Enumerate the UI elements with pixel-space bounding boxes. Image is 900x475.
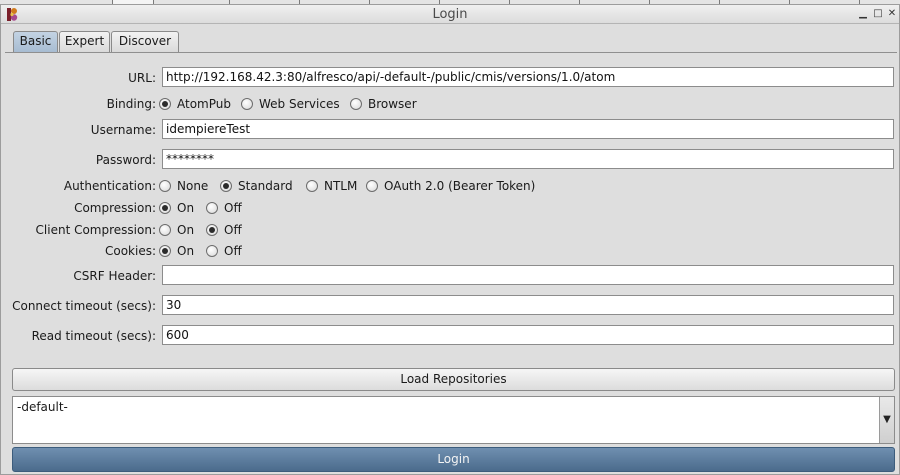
read-timeout-label: Read timeout (secs): — [31, 329, 156, 343]
radio-icon — [350, 98, 362, 110]
tab-expert[interactable]: Expert — [59, 31, 110, 52]
tab-discover[interactable]: Discover — [111, 31, 179, 52]
minimize-icon[interactable]: ▁ — [856, 6, 870, 22]
username-label: Username: — [90, 123, 156, 137]
binding-webservices-radio[interactable]: Web Services — [241, 97, 340, 111]
radio-selected-icon — [159, 98, 171, 110]
password-label: Password: — [95, 153, 156, 167]
binding-label: Binding: — [106, 97, 156, 111]
password-field[interactable]: ******** — [162, 149, 894, 169]
username-field[interactable]: idempiereTest — [162, 119, 894, 139]
radio-selected-icon — [206, 224, 218, 236]
radio-icon — [206, 202, 218, 214]
cookies-off-radio[interactable]: Off — [206, 244, 242, 258]
title-bar[interactable]: Login ▁ □ ✕ — [1, 5, 899, 24]
basic-panel: URL: http://192.168.42.3:80/alfresco/api… — [5, 52, 897, 472]
url-label: URL: — [128, 71, 156, 85]
radio-icon — [159, 180, 171, 192]
load-repositories-button[interactable]: Load Repositories — [12, 368, 895, 391]
close-icon[interactable]: ✕ — [885, 6, 899, 22]
tab-basic[interactable]: Basic — [13, 31, 58, 52]
auth-none-radio[interactable]: None — [159, 179, 208, 193]
login-button[interactable]: Login — [12, 447, 895, 472]
url-field[interactable]: http://192.168.42.3:80/alfresco/api/-def… — [162, 67, 894, 87]
csrf-header-label: CSRF Header: — [73, 269, 156, 283]
radio-selected-icon — [159, 202, 171, 214]
compression-on-radio[interactable]: On — [159, 201, 194, 215]
auth-oauth-radio[interactable]: OAuth 2.0 (Bearer Token) — [366, 179, 535, 193]
radio-icon — [366, 180, 378, 192]
csrf-header-field[interactable] — [162, 265, 894, 285]
radio-icon — [206, 245, 218, 257]
compression-off-radio[interactable]: Off — [206, 201, 242, 215]
repository-list[interactable]: -default- ▼ — [12, 396, 895, 444]
client-compression-on-radio[interactable]: On — [159, 223, 194, 237]
radio-selected-icon — [220, 180, 232, 192]
radio-icon — [241, 98, 253, 110]
binding-atompub-radio[interactable]: AtomPub — [159, 97, 231, 111]
cookies-on-radio[interactable]: On — [159, 244, 194, 258]
cookies-label: Cookies: — [104, 244, 156, 258]
client-compression-label: Client Compression: — [35, 223, 156, 237]
chevron-down-icon[interactable]: ▼ — [879, 397, 894, 443]
connect-timeout-field[interactable]: 30 — [162, 295, 894, 315]
connect-timeout-label: Connect timeout (secs): — [12, 299, 156, 313]
list-item[interactable]: -default- — [17, 400, 68, 414]
binding-browser-radio[interactable]: Browser — [350, 97, 417, 111]
client-compression-off-radio[interactable]: Off — [206, 223, 242, 237]
compression-label: Compression: — [74, 201, 156, 215]
maximize-icon[interactable]: □ — [871, 6, 885, 22]
radio-icon — [306, 180, 318, 192]
auth-standard-radio[interactable]: Standard — [220, 179, 293, 193]
login-dialog: Login ▁ □ ✕ Basic Expert Discover URL: h… — [0, 4, 900, 475]
authentication-label: Authentication: — [63, 179, 156, 193]
auth-ntlm-radio[interactable]: NTLM — [306, 179, 357, 193]
read-timeout-field[interactable]: 600 — [162, 325, 894, 345]
radio-selected-icon — [159, 245, 171, 257]
window-title: Login — [432, 7, 468, 22]
radio-icon — [159, 224, 171, 236]
